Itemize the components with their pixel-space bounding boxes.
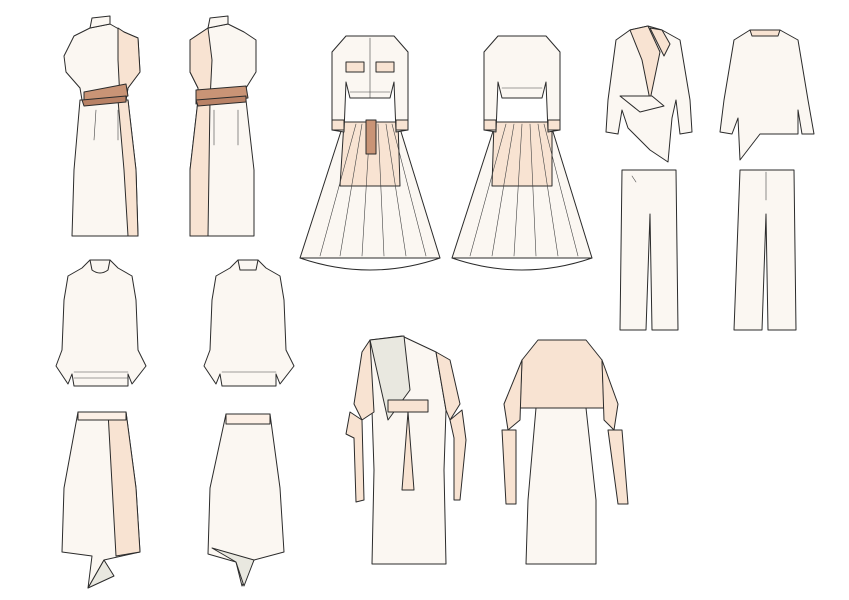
top-front-sketch — [55, 259, 147, 387]
blazer-trousers-front-sketch — [605, 25, 693, 331]
dress-back-sketch — [189, 15, 257, 237]
skirt-back-sketch — [207, 413, 285, 587]
top-back-sketch — [203, 259, 295, 387]
coat-dress-back-sketch — [501, 339, 629, 565]
dress-front-sketch — [63, 15, 141, 237]
blazer-trousers-back-sketch — [719, 29, 815, 331]
coat-dress-front-sketch — [345, 335, 467, 565]
flats-canvas — [55, 15, 815, 589]
fashion-flats-board — [0, 0, 849, 600]
skirt-front-sketch — [61, 411, 141, 589]
jacket-skirt-front-sketch — [299, 35, 441, 271]
jacket-skirt-back-sketch — [451, 35, 593, 271]
